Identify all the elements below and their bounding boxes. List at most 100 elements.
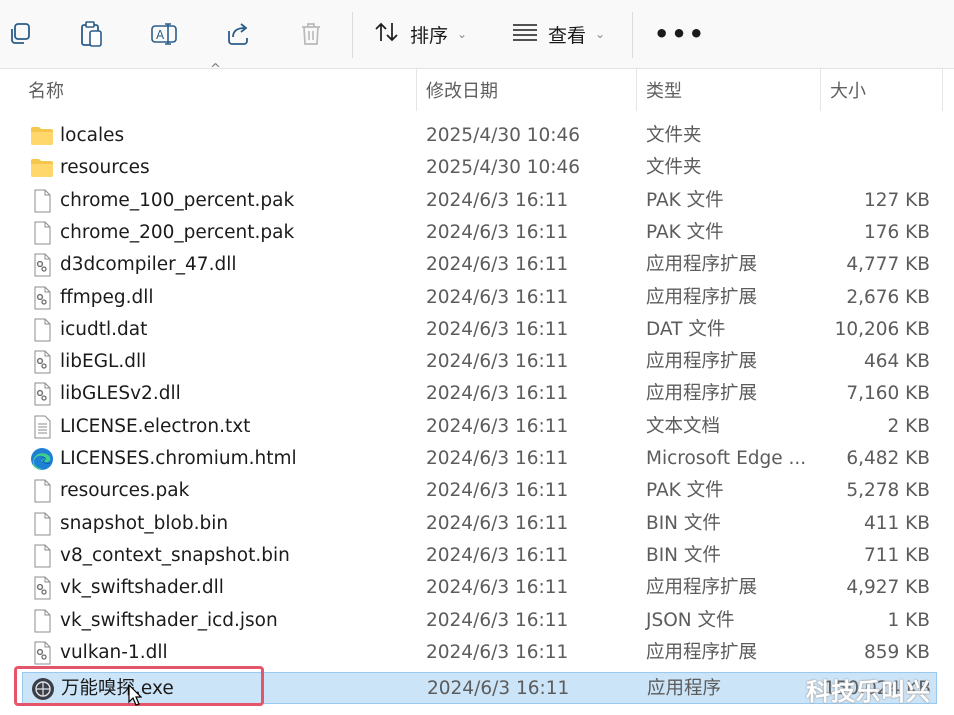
sort-button[interactable]: 排序 ⌄ bbox=[374, 18, 467, 50]
copy-icon[interactable] bbox=[4, 18, 36, 50]
file-size bbox=[782, 152, 930, 184]
watermark: 科技乐叫兴 bbox=[806, 678, 931, 706]
dll-icon bbox=[30, 253, 54, 277]
column-divider[interactable] bbox=[942, 69, 943, 111]
file-size: 176 KB bbox=[863, 221, 930, 243]
dll-icon bbox=[30, 382, 54, 406]
file-name: snapshot_blob.bin bbox=[60, 512, 229, 534]
column-size[interactable]: 大小 bbox=[820, 69, 942, 111]
file-row[interactable]: libEGL.dll 2024/6/3 16:11 应用程序扩展 464 KB bbox=[22, 346, 937, 378]
file-name: LICENSE.electron.txt bbox=[60, 415, 251, 437]
toolbar-separator bbox=[352, 12, 353, 58]
file-row[interactable]: chrome_100_percent.pak 2024/6/3 16:11 PAK … bbox=[22, 185, 937, 217]
file-icon bbox=[30, 189, 54, 213]
file-row[interactable]: locales 2025/4/30 10:46 文件夹 bbox=[22, 120, 937, 152]
file-size: 7,160 KB bbox=[846, 383, 930, 405]
file-row[interactable]: ffmpeg.dll 2024/6/3 16:11 应用程序扩展 2,676 KB bbox=[22, 282, 937, 314]
file-date: 2024/6/3 16:11 bbox=[426, 189, 569, 211]
file-size: 859 KB bbox=[863, 641, 930, 663]
file-icon bbox=[30, 544, 54, 568]
file-date: 2024/6/3 16:11 bbox=[426, 383, 569, 405]
delete-icon[interactable] bbox=[295, 18, 327, 50]
file-name: d3dcompiler_47.dll bbox=[60, 254, 237, 276]
file-row[interactable]: resources 2025/4/30 10:46 文件夹 bbox=[22, 152, 937, 184]
file-icon bbox=[30, 479, 54, 503]
file-date: 2024/6/3 16:11 bbox=[426, 641, 569, 663]
file-icon bbox=[30, 221, 54, 245]
view-list-icon bbox=[512, 23, 538, 46]
file-size: 2 KB bbox=[887, 415, 930, 437]
dll-icon bbox=[30, 576, 54, 600]
svg-text:A: A bbox=[156, 28, 165, 42]
file-type: 应用程序扩展 bbox=[646, 254, 758, 276]
file-name: vulkan-1.dll bbox=[60, 641, 168, 663]
paste-icon[interactable] bbox=[76, 18, 108, 50]
file-size: 4,777 KB bbox=[846, 254, 930, 276]
view-label: 查看 bbox=[548, 24, 587, 47]
file-name: vk_swiftshader_icd.json bbox=[60, 609, 278, 631]
file-icon bbox=[30, 609, 54, 633]
file-date: 2024/6/3 16:11 bbox=[426, 286, 569, 308]
file-size: 1 KB bbox=[887, 609, 930, 631]
file-type: PAK 文件 bbox=[646, 221, 724, 243]
file-date: 2024/6/3 16:11 bbox=[426, 609, 569, 631]
file-name: v8_context_snapshot.bin bbox=[60, 544, 290, 566]
file-row[interactable]: vk_swiftshader.dll 2024/6/3 16:11 应用程序扩展 4,… bbox=[22, 572, 937, 604]
file-size: 711 KB bbox=[863, 544, 930, 566]
file-type: 应用程序扩展 bbox=[646, 641, 758, 663]
file-row[interactable]: chrome_200_percent.pak 2024/6/3 16:11 PAK … bbox=[22, 217, 937, 249]
file-type: PAK 文件 bbox=[646, 189, 724, 211]
file-row[interactable]: libGLESv2.dll 2024/6/3 16:11 应用程序扩展 7,160 K… bbox=[22, 378, 937, 410]
file-date: 2024/6/3 16:11 bbox=[426, 318, 569, 340]
file-name: locales bbox=[60, 125, 125, 146]
file-name: libEGL.dll bbox=[60, 351, 147, 373]
file-row[interactable]: d3dcompiler_47.dll 2024/6/3 16:11 应用程序扩展 4,… bbox=[22, 249, 937, 281]
file-date: 2024/6/3 16:11 bbox=[426, 415, 569, 437]
file-name: vk_swiftshader.dll bbox=[60, 577, 224, 599]
toolbar-separator bbox=[632, 12, 633, 58]
column-header: 名称 修改日期 类型 大小 bbox=[0, 69, 954, 111]
dll-icon bbox=[30, 350, 54, 374]
file-row[interactable]: vulkan-1.dll 2024/6/3 16:11 应用程序扩展 859 KB bbox=[22, 637, 937, 669]
file-size: 464 KB bbox=[863, 351, 930, 373]
rename-icon[interactable]: A bbox=[148, 18, 180, 50]
column-date[interactable]: 修改日期 bbox=[416, 69, 636, 111]
dll-icon bbox=[30, 641, 54, 665]
file-row[interactable]: LICENSE.electron.txt 2024/6/3 16:11 文本文档 2 … bbox=[22, 411, 937, 443]
mouse-cursor-icon bbox=[128, 683, 143, 710]
file-name: ffmpeg.dll bbox=[60, 286, 154, 308]
file-row[interactable]: snapshot_blob.bin 2024/6/3 16:11 BIN 文件 411… bbox=[22, 508, 937, 540]
column-type[interactable]: 类型 bbox=[636, 69, 820, 111]
file-type: 文件夹 bbox=[646, 157, 702, 179]
dll-icon bbox=[30, 286, 54, 310]
edge-icon bbox=[30, 447, 54, 471]
file-name: LICENSES.chromium.html bbox=[60, 448, 297, 469]
file-row[interactable]: v8_context_snapshot.bin 2024/6/3 16:11 BIN… bbox=[22, 540, 937, 572]
file-name: resources.pak bbox=[60, 480, 190, 502]
sort-icon bbox=[374, 21, 400, 48]
file-date: 2024/6/3 16:11 bbox=[426, 544, 569, 566]
file-type: 文本文档 bbox=[646, 415, 721, 437]
file-date: 2024/6/3 16:11 bbox=[426, 448, 569, 469]
file-row[interactable]: icudtl.dat 2024/6/3 16:11 DAT 文件 10,206 KB bbox=[22, 314, 937, 346]
file-name: resources bbox=[60, 157, 150, 179]
file-date: 2025/4/30 10:46 bbox=[426, 125, 581, 146]
folder-icon bbox=[30, 124, 54, 148]
file-type: 应用程序 bbox=[647, 678, 722, 700]
text-file-icon bbox=[30, 415, 54, 439]
file-type: DAT 文件 bbox=[646, 318, 726, 340]
file-row[interactable]: LICENSES.chromium.html 2024/6/3 16:11 Micr… bbox=[22, 443, 937, 475]
view-button[interactable]: 查看 ⌄ bbox=[512, 18, 605, 50]
file-type: PAK 文件 bbox=[646, 480, 724, 502]
file-type: 文件夹 bbox=[646, 125, 702, 146]
file-type: JSON 文件 bbox=[646, 609, 735, 631]
file-name: chrome_200_percent.pak bbox=[60, 221, 295, 243]
share-icon[interactable] bbox=[222, 18, 254, 50]
file-row[interactable]: resources.pak 2024/6/3 16:11 PAK 文件 5,278 K… bbox=[22, 475, 937, 507]
column-name[interactable]: 名称 bbox=[18, 69, 416, 111]
file-row[interactable]: vk_swiftshader_icd.json 2024/6/3 16:11 JSO… bbox=[22, 605, 937, 637]
file-size: 6,482 KB bbox=[846, 448, 930, 469]
file-date: 2024/6/3 16:11 bbox=[426, 577, 569, 599]
more-options-button[interactable]: ••• bbox=[654, 20, 706, 48]
file-size: 4,927 KB bbox=[846, 577, 930, 599]
